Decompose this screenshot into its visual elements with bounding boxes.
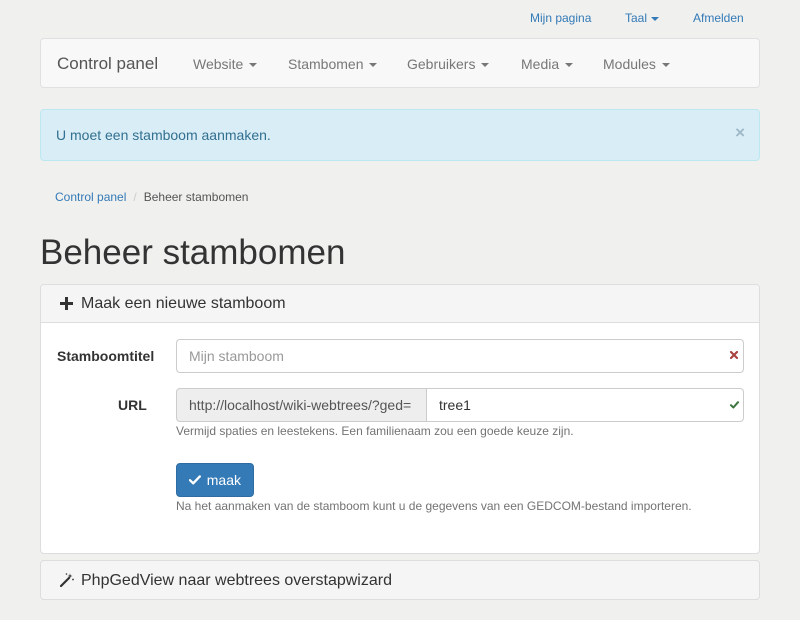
create-help-text: Na het aanmaken van de stamboom kunt u d… [176,499,692,513]
nav-item-website[interactable]: Website [193,56,258,72]
nav-item-label: Modules [603,56,656,72]
caret-down-icon [369,63,378,68]
breadcrumb-current: Beheer stambomen [143,190,249,204]
tree-title-label: Stamboomtitel [57,348,155,364]
nav-item-gebruikers[interactable]: Gebruikers [407,56,490,72]
new-tree-panel-title: Maak een nieuwe stamboom [81,295,286,312]
page-title: Beheer stambomen [40,233,346,272]
nav-item-stambomen[interactable]: Stambomen [288,56,378,72]
navbar-brand[interactable]: Control panel [57,54,158,74]
nav-item-media[interactable]: Media [521,56,574,72]
close-icon[interactable]: × [735,124,745,141]
alert-message: U moet een stamboom aanmaken. [56,127,271,143]
new-tree-panel-heading[interactable]: Maak een nieuwe stamboom [41,285,759,323]
create-tree-button[interactable]: maak [176,463,254,497]
magic-wand-icon [60,573,74,587]
caret-down-icon [249,63,258,68]
caret-down-icon [565,63,574,68]
caret-down-icon [651,16,660,21]
caret-down-icon [481,63,490,68]
url-input[interactable] [426,388,744,422]
new-tree-panel: Maak een nieuwe stamboom Stamboomtitel U… [40,284,760,554]
nav-item-label: Website [193,56,244,72]
invalid-x-icon [730,351,738,359]
language-menu[interactable]: Taal [625,11,660,25]
caret-down-icon [661,63,670,68]
plus-icon [60,297,73,310]
nav-item-label: Gebruikers [407,56,476,72]
nav-item-label: Media [521,56,560,72]
top-menu: Mijn pagina Taal Afmelden [0,11,800,29]
wizard-panel-title: PhpGedView naar webtrees overstapwizard [81,572,392,589]
nav-item-label: Stambomen [288,56,364,72]
info-alert: U moet een stamboom aanmaken. × [40,109,760,161]
breadcrumb-separator: / [133,190,137,204]
nav-item-modules[interactable]: Modules [603,56,670,72]
tree-title-input[interactable] [176,339,744,373]
check-icon [189,475,201,485]
breadcrumb: Control panel / Beheer stambomen [55,190,248,204]
wizard-panel[interactable]: PhpGedView naar webtrees overstapwizard [40,560,760,600]
url-help-text: Vermijd spaties en leestekens. Een famil… [176,424,574,438]
my-page-link[interactable]: Mijn pagina [530,11,591,25]
logout-link[interactable]: Afmelden [693,11,744,25]
navbar: Control panel Website Stambomen Gebruike… [40,38,760,88]
valid-check-icon [730,401,739,409]
url-prefix-addon: http://localhost/wiki-webtrees/?ged= [176,388,427,422]
breadcrumb-control-panel[interactable]: Control panel [55,190,126,204]
create-tree-button-label: maak [206,472,241,488]
language-menu-label: Taal [625,11,648,25]
url-label: URL [118,397,147,413]
